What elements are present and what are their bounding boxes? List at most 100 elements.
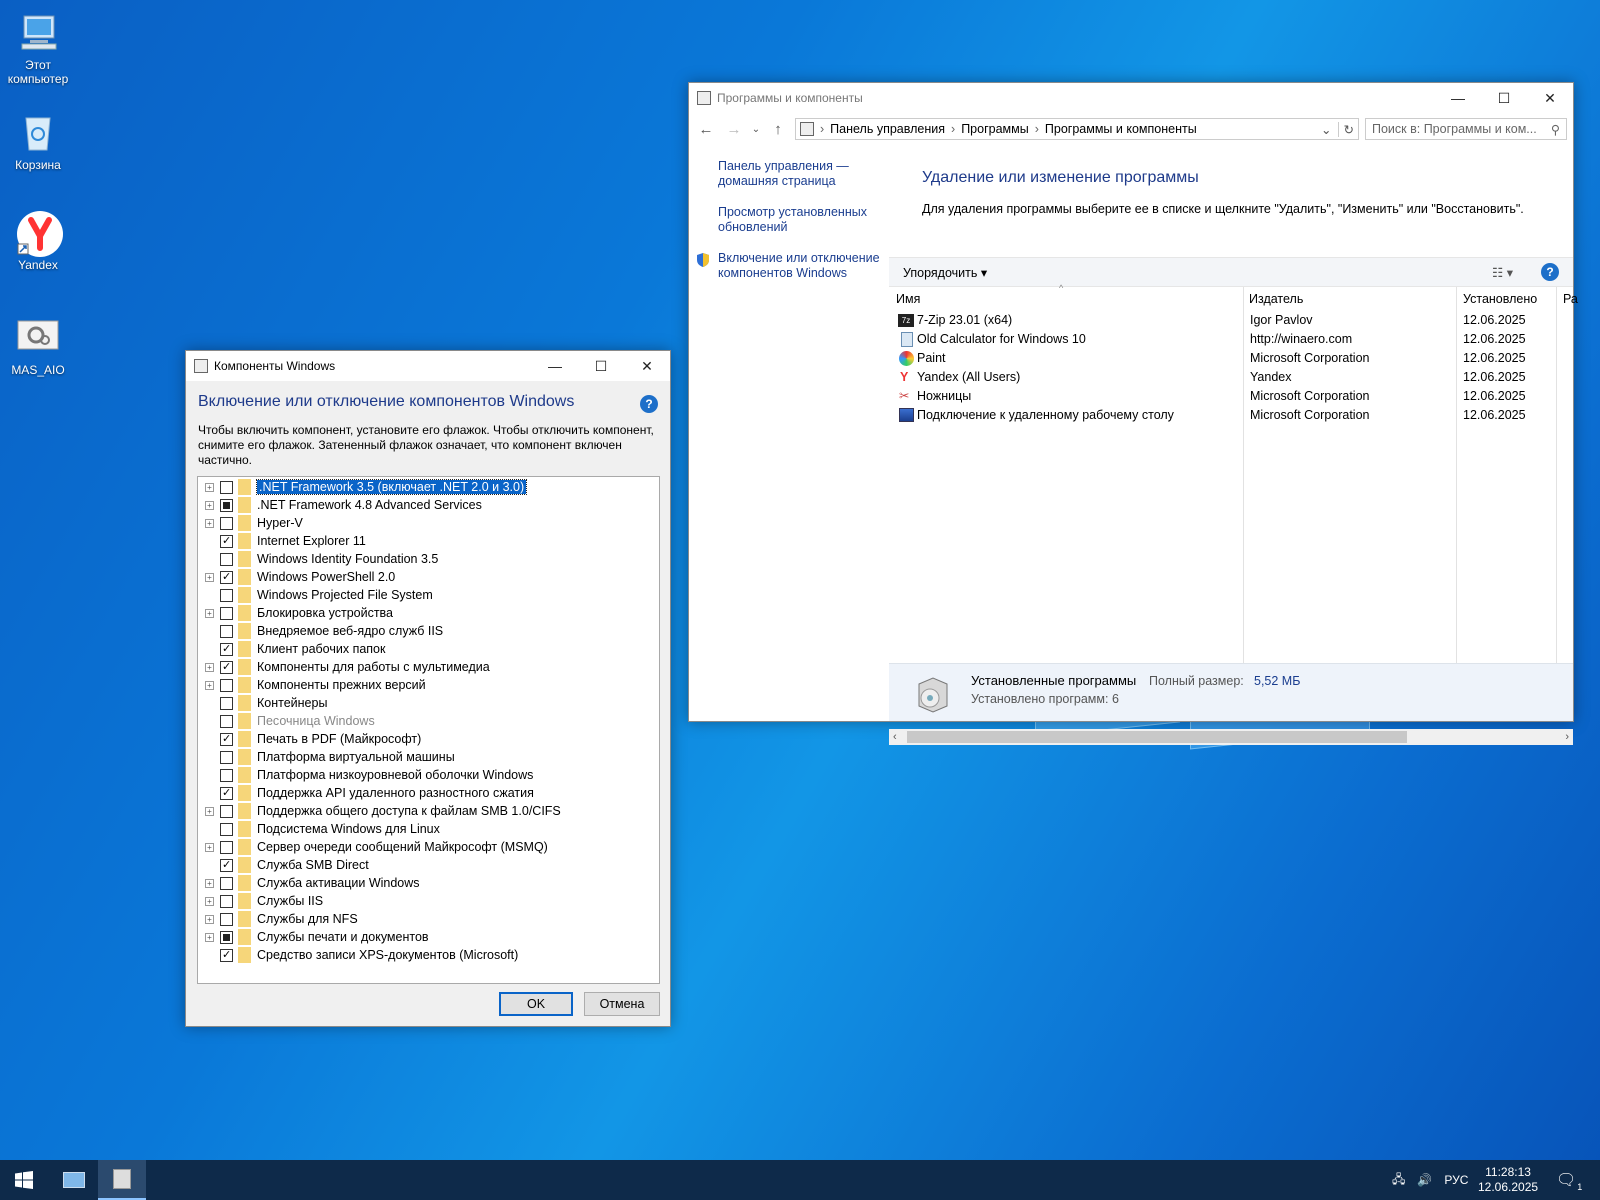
back-arrow-icon[interactable]: ← [695,121,717,138]
feature-checkbox[interactable] [220,588,233,602]
expand-icon[interactable]: + [205,662,214,672]
feature-checkbox[interactable] [220,714,233,728]
feature-checkbox[interactable] [220,660,233,674]
feature-item[interactable]: Клиент рабочих папок [198,640,659,658]
breadcrumb-item[interactable]: Панель управления [830,122,945,136]
table-row[interactable]: 7z 7-Zip 23.01 (x64) Igor Pavlov 12.06.2… [889,311,1573,330]
expand-icon[interactable]: + [205,842,214,852]
expand-icon[interactable]: + [205,932,214,942]
feature-checkbox[interactable] [220,696,233,710]
feature-checkbox[interactable] [220,678,233,692]
breadcrumb-item[interactable]: Программы и компоненты [1045,122,1197,136]
view-options-icon[interactable]: ☷ ▾ [1492,265,1513,280]
taskbar-windows-features[interactable] [98,1160,146,1200]
feature-item[interactable]: Платформа виртуальной машины [198,748,659,766]
scroll-left-icon[interactable]: ‹ [893,731,897,743]
feature-item[interactable]: Средство записи XPS-документов (Microsof… [198,946,659,964]
organize-button[interactable]: Упорядочить ▾ [903,265,987,280]
column-header-publisher[interactable]: Издатель [1249,287,1303,311]
feature-checkbox[interactable] [220,570,233,584]
chevron-down-icon[interactable]: ⌄ [751,124,761,135]
feature-item[interactable]: + Hyper-V [198,514,659,532]
feature-checkbox[interactable] [220,948,233,962]
expand-icon[interactable]: + [205,896,214,906]
feature-checkbox[interactable] [220,552,233,566]
feature-item[interactable]: + Сервер очереди сообщений Майкрософт (MS… [198,838,659,856]
cancel-button[interactable]: Отмена [584,992,660,1016]
feature-item[interactable]: + Службы IIS [198,892,659,910]
feature-checkbox[interactable] [220,606,233,620]
clock[interactable]: 11:28:13 12.06.2025 [1478,1160,1538,1200]
ok-button[interactable]: OK [499,992,573,1016]
feature-checkbox[interactable] [220,894,233,908]
breadcrumb-item[interactable]: Программы [961,122,1029,136]
feature-item[interactable]: + Компоненты для работы с мультимедиа [198,658,659,676]
feature-checkbox[interactable] [220,516,233,530]
help-icon[interactable]: ? [640,395,658,413]
feature-checkbox[interactable] [220,858,233,872]
desktop-icon-this-pc[interactable]: Этот компьютер [4,10,72,86]
column-header-size[interactable]: Ра [1563,287,1578,311]
expand-icon[interactable]: + [205,482,214,492]
feature-item[interactable]: Внедряемое веб-ядро служб IIS [198,622,659,640]
action-center-button[interactable]: 🗨 1 [1556,1160,1582,1200]
expand-icon[interactable]: + [205,500,214,510]
table-row[interactable]: Old Calculator for Windows 10 http://win… [889,330,1573,349]
chevron-down-icon[interactable]: ⌄ [1321,122,1331,137]
table-row[interactable]: ✂ Ножницы Microsoft Corporation 12.06.20… [889,387,1573,406]
minimize-button[interactable]: — [532,351,578,381]
programs-titlebar[interactable]: Программы и компоненты — ☐ ✕ [689,83,1573,113]
feature-item[interactable]: Песочница Windows [198,712,659,730]
feature-item[interactable]: + Службы печати и документов [198,928,659,946]
desktop-icon-yandex[interactable]: Yandex [4,210,72,272]
maximize-button[interactable]: ☐ [578,351,624,381]
table-row[interactable]: Подключение к удаленному рабочему столу … [889,406,1573,425]
feature-item[interactable]: Internet Explorer 11 [198,532,659,550]
taskbar-control-panel[interactable] [50,1160,98,1200]
breadcrumb[interactable]: › Панель управления › Программы › Програ… [795,118,1359,140]
feature-checkbox[interactable] [220,930,233,944]
desktop-icon-recycle-bin[interactable]: Корзина [4,110,72,172]
close-button[interactable]: ✕ [624,351,670,381]
up-arrow-icon[interactable]: ↑ [767,121,789,138]
feature-checkbox[interactable] [220,876,233,890]
expand-icon[interactable]: + [205,806,214,816]
feature-checkbox[interactable] [220,642,233,656]
feature-checkbox[interactable] [220,840,233,854]
expand-icon[interactable]: + [205,680,214,690]
feature-checkbox[interactable] [220,732,233,746]
expand-icon[interactable]: + [205,914,214,924]
volume-icon[interactable]: 🔊 [1417,1173,1432,1187]
feature-item[interactable]: + Блокировка устройства [198,604,659,622]
feature-item[interactable]: Служба SMB Direct [198,856,659,874]
table-row[interactable]: Paint Microsoft Corporation 12.06.2025 [889,349,1573,368]
network-icon[interactable]: 🖧 [1392,1170,1405,1191]
feature-checkbox[interactable] [220,624,233,638]
scrollbar-thumb[interactable] [907,731,1407,743]
minimize-button[interactable]: — [1435,83,1481,113]
feature-item[interactable]: Контейнеры [198,694,659,712]
feature-item[interactable]: Платформа низкоуровневой оболочки Window… [198,766,659,784]
link-windows-features[interactable]: Включение или отключение компонентов Win… [718,251,889,281]
feature-item[interactable]: Поддержка API удаленного разностного сжа… [198,784,659,802]
start-button[interactable] [0,1160,48,1200]
search-input[interactable]: Поиск в: Программы и ком... ⚲ [1365,118,1567,140]
column-header-name[interactable]: Имя [896,287,920,311]
feature-item[interactable]: + .NET Framework 4.8 Advanced Services [198,496,659,514]
features-titlebar[interactable]: Компоненты Windows — ☐ ✕ [186,351,670,381]
column-header-installed[interactable]: Установлено [1463,287,1537,311]
feature-checkbox[interactable] [220,534,233,548]
feature-checkbox[interactable] [220,768,233,782]
maximize-button[interactable]: ☐ [1481,83,1527,113]
feature-item[interactable]: Windows Projected File System [198,586,659,604]
feature-item[interactable]: + Службы для NFS [198,910,659,928]
feature-item[interactable]: + Windows PowerShell 2.0 [198,568,659,586]
expand-icon[interactable]: + [205,572,214,582]
feature-checkbox[interactable] [220,498,233,512]
expand-icon[interactable]: + [205,608,214,618]
table-row[interactable]: Y Yandex (All Users) Yandex 12.06.2025 [889,368,1573,387]
link-control-panel-home[interactable]: Панель управления — домашняя страница [718,159,889,189]
feature-checkbox[interactable] [220,750,233,764]
refresh-icon[interactable]: ↻ [1337,121,1354,137]
help-icon[interactable]: ? [1541,263,1559,281]
